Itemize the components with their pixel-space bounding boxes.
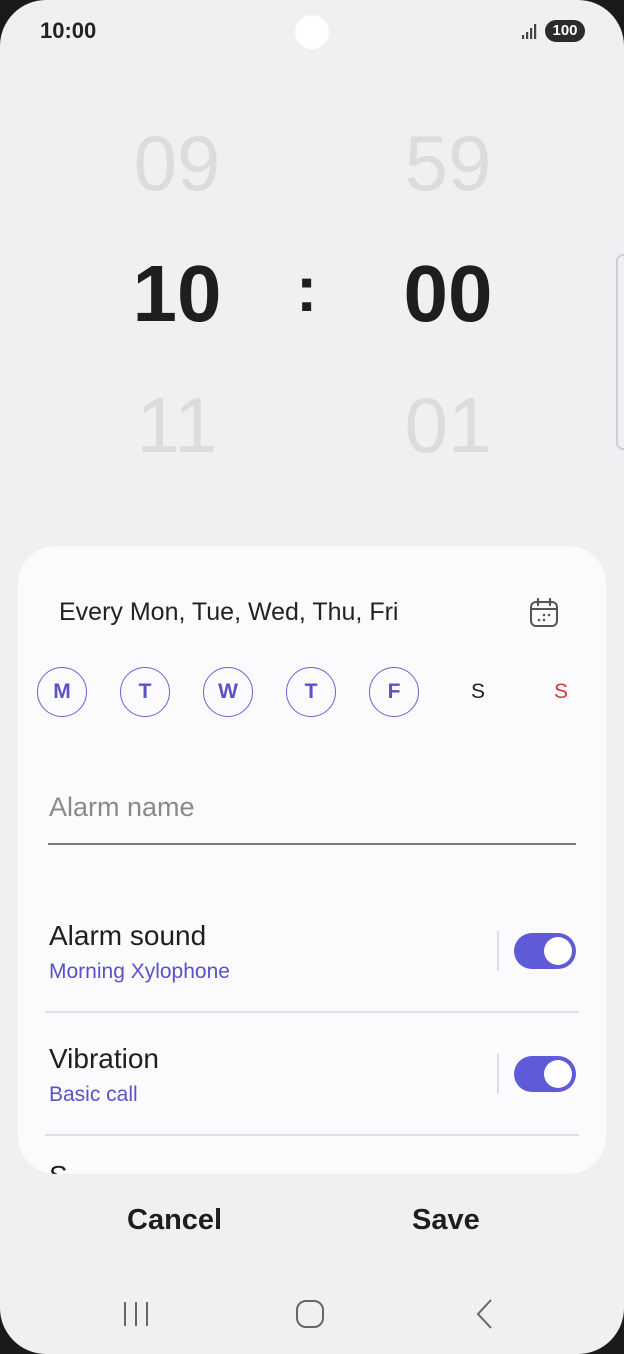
cancel-button[interactable]: Cancel [127,1204,222,1237]
vibration-title[interactable]: Vibration [49,1043,159,1075]
time-separator: : [296,253,318,325]
edge-panel-handle[interactable] [616,254,624,450]
vibration-toggle[interactable] [514,1056,576,1092]
day-toggle-friday[interactable]: F [369,667,419,717]
recent-apps-icon[interactable] [120,1300,152,1328]
alarm-name-input[interactable]: Alarm name [49,792,575,823]
day-toggle-monday[interactable]: M [37,667,87,717]
home-icon[interactable] [294,1299,326,1329]
hour-next[interactable]: 11 [77,380,277,471]
status-bar: 10:00 100 [0,0,624,64]
day-toggle-saturday[interactable]: S [453,667,503,717]
save-button[interactable]: Save [412,1204,480,1237]
next-setting-partial[interactable]: S [49,1160,68,1174]
minute-next[interactable]: 01 [348,380,548,471]
camera-cutout [295,15,329,49]
vibration-value[interactable]: Basic call [49,1083,138,1107]
row-divider [45,1134,579,1136]
vibration-divider [497,1054,499,1094]
back-icon[interactable] [472,1298,498,1330]
day-toggle-tuesday[interactable]: T [120,667,170,717]
row-divider [45,1011,579,1013]
alarm-name-underline [48,843,576,845]
signal-icon [522,24,537,39]
alarm-sound-title[interactable]: Alarm sound [49,920,206,952]
minute-previous[interactable]: 59 [348,118,548,209]
alarm-sound-divider [497,931,499,971]
alarm-sound-value[interactable]: Morning Xylophone [49,960,230,984]
repeat-summary: Every Mon, Tue, Wed, Thu, Fri [59,598,399,626]
minute-selected[interactable]: 00 [348,248,548,340]
toggle-knob [544,937,572,965]
alarm-sound-toggle[interactable] [514,933,576,969]
battery-indicator: 100 [545,20,585,42]
status-time: 10:00 [40,18,97,43]
day-toggle-sunday[interactable]: S [536,667,586,717]
hour-selected[interactable]: 10 [77,248,277,340]
alarm-settings-card: Every Mon, Tue, Wed, Thu, Fri M T W T F … [18,546,606,1174]
hour-previous[interactable]: 09 [77,118,277,209]
phone-screen: 10:00 100 09 59 10 : 00 11 01 Every Mon,… [0,0,624,1354]
day-toggle-wednesday[interactable]: W [203,667,253,717]
toggle-knob [544,1060,572,1088]
calendar-icon[interactable] [527,596,561,630]
day-toggle-thursday[interactable]: T [286,667,336,717]
